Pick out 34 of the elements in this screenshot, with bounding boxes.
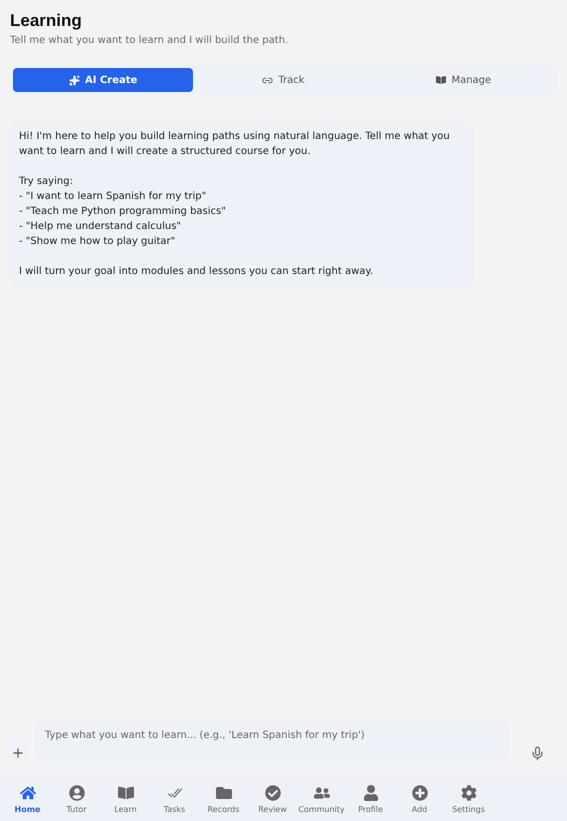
plus-icon: [11, 746, 25, 760]
message-text: Try saying:: [19, 175, 74, 189]
page-subtitle: Tell me what you want to learn and I will build the path.: [10, 35, 290, 46]
book-icon: [436, 75, 446, 85]
people-icon: [314, 784, 330, 800]
person-icon: [362, 784, 378, 800]
nav-item[interactable]: Tutor: [52, 773, 101, 821]
home-icon: [20, 784, 36, 800]
settings-icon: [460, 784, 476, 800]
nav-item[interactable]: Home: [3, 773, 52, 821]
add-button[interactable]: [8, 743, 28, 763]
message-text: Hi! I'm here to help you build learning paths using natural language. Tell me what you want to learn and I will create a structured course for you.: [19, 130, 451, 159]
nav-item[interactable]: Learn: [101, 773, 150, 821]
nav-item[interactable]: Settings: [444, 773, 493, 821]
nav-item[interactable]: Profile: [346, 773, 395, 821]
suggestion-text: - "I want to learn Spanish for my trip": [19, 190, 208, 204]
message-input[interactable]: Type what you want to learn... (e.g., 'Learn Spanish for my trip'): [34, 721, 510, 765]
nav-item[interactable]: Records: [199, 773, 248, 821]
nav-item[interactable]: Tasks: [150, 773, 199, 821]
message-text: I will turn your goal into modules and lessons you can start right away.: [19, 265, 374, 279]
suggestion-text: - "Teach me Python programming basics": [19, 205, 227, 219]
tab[interactable]: AI Create: [13, 68, 194, 92]
page-title: Learning: [10, 11, 83, 31]
nav-item[interactable]: Add: [395, 773, 444, 821]
tab[interactable]: Track: [193, 68, 374, 92]
nav-item[interactable]: Community: [297, 773, 346, 821]
suggestion-text: - "Show me how to play guitar": [19, 235, 176, 249]
sparkles-icon: [69, 74, 80, 86]
suggestion-text: - "Help me understand calculus": [19, 220, 182, 234]
folder-icon: [216, 784, 232, 800]
book-icon: [118, 784, 134, 800]
microphone-icon: [530, 746, 545, 761]
nav-item[interactable]: Review: [248, 773, 297, 821]
tab[interactable]: Manage: [374, 68, 554, 92]
